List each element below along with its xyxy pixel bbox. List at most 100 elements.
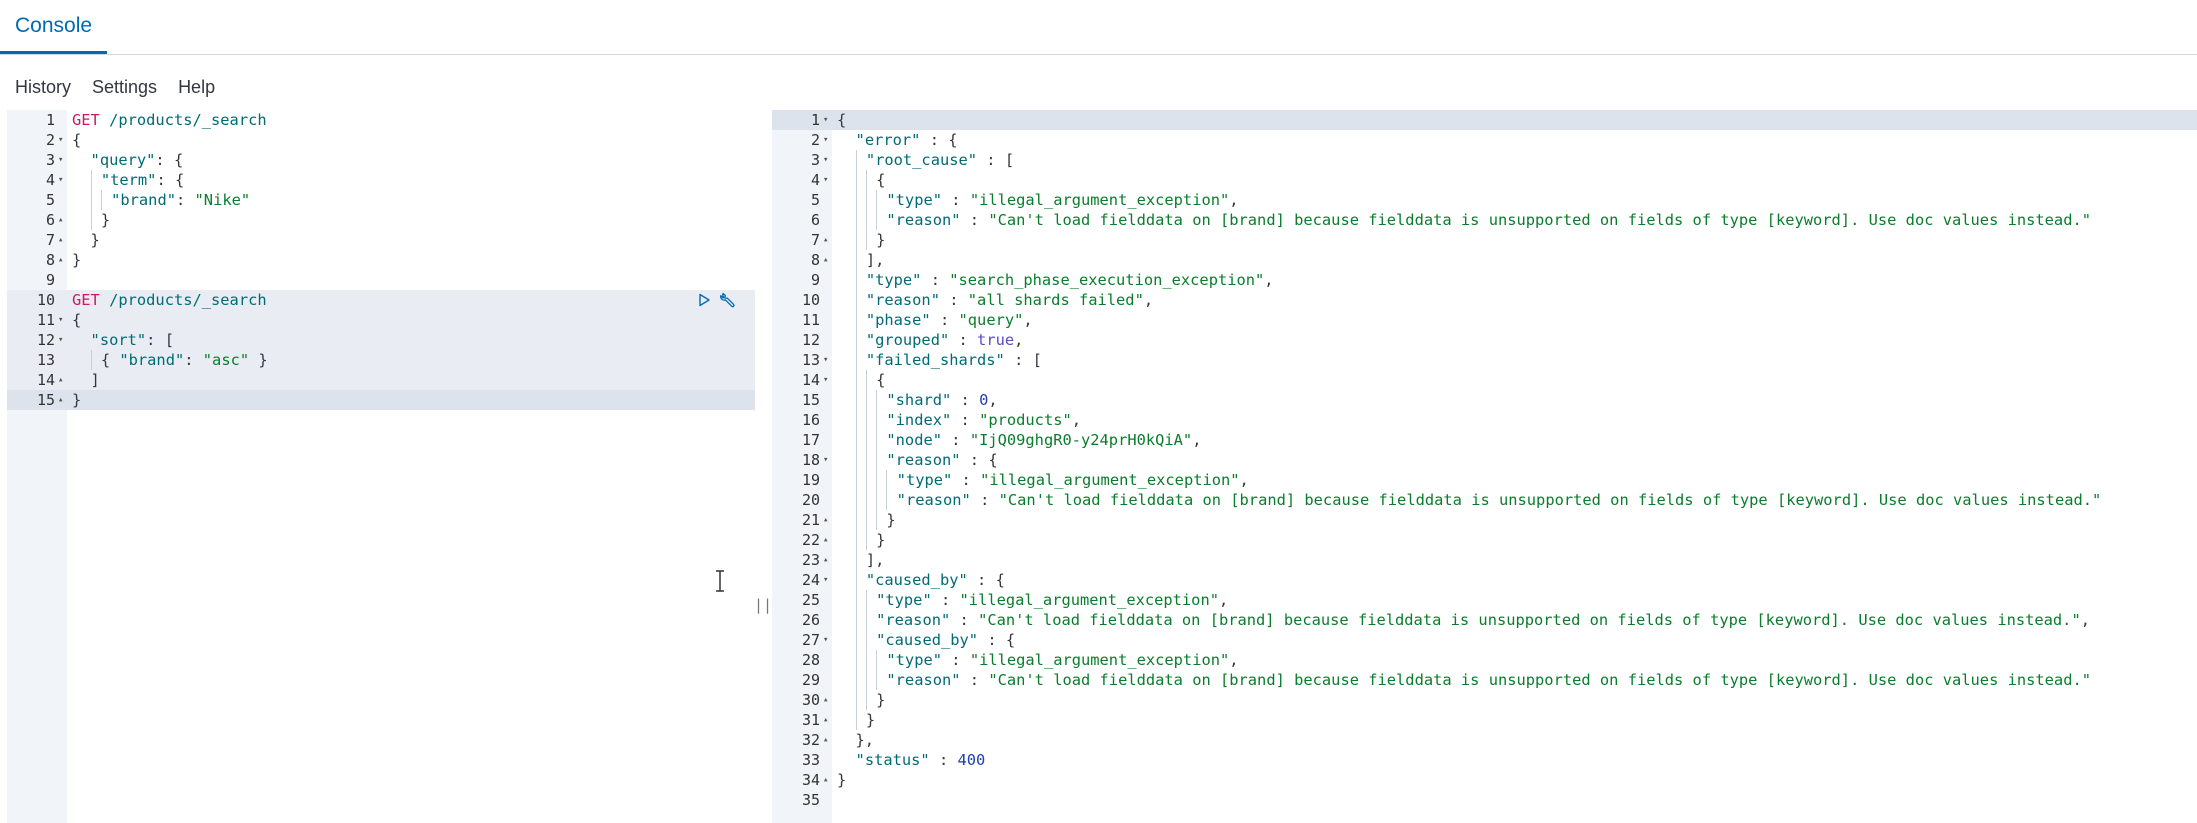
- request-line[interactable]: 14 ▴ ]: [7, 370, 755, 390]
- menu-settings[interactable]: Settings: [92, 77, 157, 98]
- token-punct: [837, 171, 856, 189]
- menu-help[interactable]: Help: [178, 77, 215, 98]
- response-line[interactable]: 11 "phase" : "query",: [772, 310, 2197, 330]
- fold-open-icon[interactable]: ▾: [823, 130, 828, 150]
- response-line[interactable]: 27 ▾ "caused_by" : {: [772, 630, 2197, 650]
- request-line[interactable]: 2 ▾ {: [7, 130, 755, 150]
- fold-open-icon[interactable]: ▾: [823, 170, 828, 190]
- response-line[interactable]: 2 ▾ "error" : {: [772, 130, 2197, 150]
- response-line[interactable]: 24 ▾ "caused_by" : {: [772, 570, 2197, 590]
- line-number: 8: [810, 251, 820, 269]
- response-line[interactable]: 34 ▴}: [772, 770, 2197, 790]
- response-line[interactable]: 29 "reason" : "Can't load fielddata on […: [772, 670, 2197, 690]
- wrench-icon[interactable]: [719, 291, 737, 309]
- response-line[interactable]: 30 ▴ }: [772, 690, 2197, 710]
- response-line[interactable]: 32 ▴ },: [772, 730, 2197, 750]
- response-line[interactable]: 28 "type" : "illegal_argument_exception"…: [772, 650, 2197, 670]
- response-line[interactable]: 17 "node" : "IjQ09ghgR0-y24prH0kQiA",: [772, 430, 2197, 450]
- fold-open-icon[interactable]: ▾: [823, 350, 828, 370]
- response-line[interactable]: 26 "reason" : "Can't load fielddata on […: [772, 610, 2197, 630]
- fold-close-icon[interactable]: ▴: [823, 530, 828, 550]
- code-text: "status" : 400: [837, 750, 986, 770]
- response-editor[interactable]: 1 ▾{2 ▾ "error" : {3 ▾ "root_cause" : [4 ▾ {…: [772, 110, 2197, 823]
- response-line[interactable]: 7 ▴ }: [772, 230, 2197, 250]
- fold-close-icon[interactable]: ▴: [823, 770, 828, 790]
- response-line[interactable]: 31 ▴ }: [772, 710, 2197, 730]
- menu-history[interactable]: History: [15, 77, 71, 98]
- response-line[interactable]: 9 "type" : "search_phase_execution_excep…: [772, 270, 2197, 290]
- response-line[interactable]: 12 "grouped" : true,: [772, 330, 2197, 350]
- token-str: "illegal_argument_exception": [969, 191, 1230, 209]
- line-number: 28: [801, 651, 820, 669]
- response-line[interactable]: 5 "type" : "illegal_argument_exception",: [772, 190, 2197, 210]
- fold-open-icon[interactable]: ▾: [823, 370, 828, 390]
- response-line[interactable]: 33 "status" : 400: [772, 750, 2197, 770]
- fold-close-icon[interactable]: ▴: [823, 710, 828, 730]
- request-line[interactable]: 3 ▾ "query": {: [7, 150, 755, 170]
- response-line[interactable]: 25 "type" : "illegal_argument_exception"…: [772, 590, 2197, 610]
- fold-open-icon[interactable]: ▾: [58, 130, 63, 150]
- request-line[interactable]: 4 ▾ "term": {: [7, 170, 755, 190]
- play-icon[interactable]: [695, 291, 713, 309]
- response-line[interactable]: 6 "reason" : "Can't load fielddata on [b…: [772, 210, 2197, 230]
- request-line[interactable]: 9: [7, 270, 755, 290]
- tab-console[interactable]: Console: [0, 0, 108, 54]
- fold-open-icon[interactable]: ▾: [58, 150, 63, 170]
- request-line[interactable]: 5 "brand": "Nike": [7, 190, 755, 210]
- token-punct: [867, 671, 876, 689]
- request-line[interactable]: 6 ▴ }: [7, 210, 755, 230]
- fold-close-icon[interactable]: ▴: [58, 230, 63, 250]
- response-line[interactable]: 22 ▴ }: [772, 530, 2197, 550]
- fold-open-icon[interactable]: ▾: [823, 450, 828, 470]
- token-punct: ,: [1218, 591, 1229, 609]
- fold-close-icon[interactable]: ▴: [823, 510, 828, 530]
- request-editor[interactable]: 1 GET /products/_search 2 ▾{3 ▾ "query": {4 ▾…: [7, 110, 755, 823]
- response-line[interactable]: 20 "reason" : "Can't load fielddata on […: [772, 490, 2197, 510]
- token-str: "query": [958, 311, 1024, 329]
- fold-open-icon[interactable]: ▾: [823, 630, 828, 650]
- fold-open-icon[interactable]: ▾: [58, 310, 63, 330]
- fold-open-icon[interactable]: ▾: [823, 150, 828, 170]
- response-line[interactable]: 4 ▾ {: [772, 170, 2197, 190]
- fold-close-icon[interactable]: ▴: [58, 370, 63, 390]
- line-number: 3: [45, 151, 55, 169]
- fold-close-icon[interactable]: ▴: [58, 390, 63, 410]
- request-line[interactable]: 8 ▴}: [7, 250, 755, 270]
- response-line[interactable]: 35: [772, 790, 2197, 810]
- response-line[interactable]: 3 ▾ "root_cause" : [: [772, 150, 2197, 170]
- fold-close-icon[interactable]: ▴: [58, 210, 63, 230]
- response-line[interactable]: 14 ▾ {: [772, 370, 2197, 390]
- fold-open-icon[interactable]: ▾: [58, 330, 63, 350]
- response-line[interactable]: 21 ▴ }: [772, 510, 2197, 530]
- resizer-handle-icon[interactable]: ||: [754, 590, 772, 620]
- request-line[interactable]: 13 { "brand": "asc" }: [7, 350, 755, 370]
- fold-close-icon[interactable]: ▴: [823, 550, 828, 570]
- fold-close-icon[interactable]: ▴: [58, 250, 63, 270]
- request-lines[interactable]: 1 GET /products/_search 2 ▾{3 ▾ "query": {4 ▾…: [7, 110, 755, 410]
- fold-close-icon[interactable]: ▴: [823, 690, 828, 710]
- request-line[interactable]: 15 ▴}: [7, 390, 755, 410]
- fold-close-icon[interactable]: ▴: [823, 230, 828, 250]
- response-line[interactable]: 13 ▾ "failed_shards" : [: [772, 350, 2197, 370]
- fold-open-icon[interactable]: ▾: [58, 170, 63, 190]
- response-line[interactable]: 23 ▴ ],: [772, 550, 2197, 570]
- fold-close-icon[interactable]: ▴: [823, 730, 828, 750]
- response-line[interactable]: 8 ▴ ],: [772, 250, 2197, 270]
- token-punct: [837, 751, 856, 769]
- response-lines[interactable]: 1 ▾{2 ▾ "error" : {3 ▾ "root_cause" : [4 ▾ {…: [772, 110, 2197, 810]
- fold-open-icon[interactable]: ▾: [823, 570, 828, 590]
- request-line[interactable]: 11 ▾ {: [7, 310, 755, 330]
- request-line[interactable]: 10 GET /products/_search: [7, 290, 755, 310]
- response-line[interactable]: 10 "reason" : "all shards failed",: [772, 290, 2197, 310]
- response-line[interactable]: 15 "shard" : 0,: [772, 390, 2197, 410]
- fold-open-icon[interactable]: ▾: [823, 110, 828, 130]
- response-line[interactable]: 16 "index" : "products",: [772, 410, 2197, 430]
- response-line[interactable]: 19 "type" : "illegal_argument_exception"…: [772, 470, 2197, 490]
- request-line[interactable]: 7 ▴ }: [7, 230, 755, 250]
- request-line[interactable]: 1 GET /products/_search: [7, 110, 755, 130]
- response-line[interactable]: 18 ▾ "reason" : {: [772, 450, 2197, 470]
- response-line[interactable]: 1 ▾ {: [772, 110, 2197, 130]
- code-text: {: [837, 110, 846, 130]
- fold-close-icon[interactable]: ▴: [823, 250, 828, 270]
- request-line[interactable]: 12 ▾ "sort": [: [7, 330, 755, 350]
